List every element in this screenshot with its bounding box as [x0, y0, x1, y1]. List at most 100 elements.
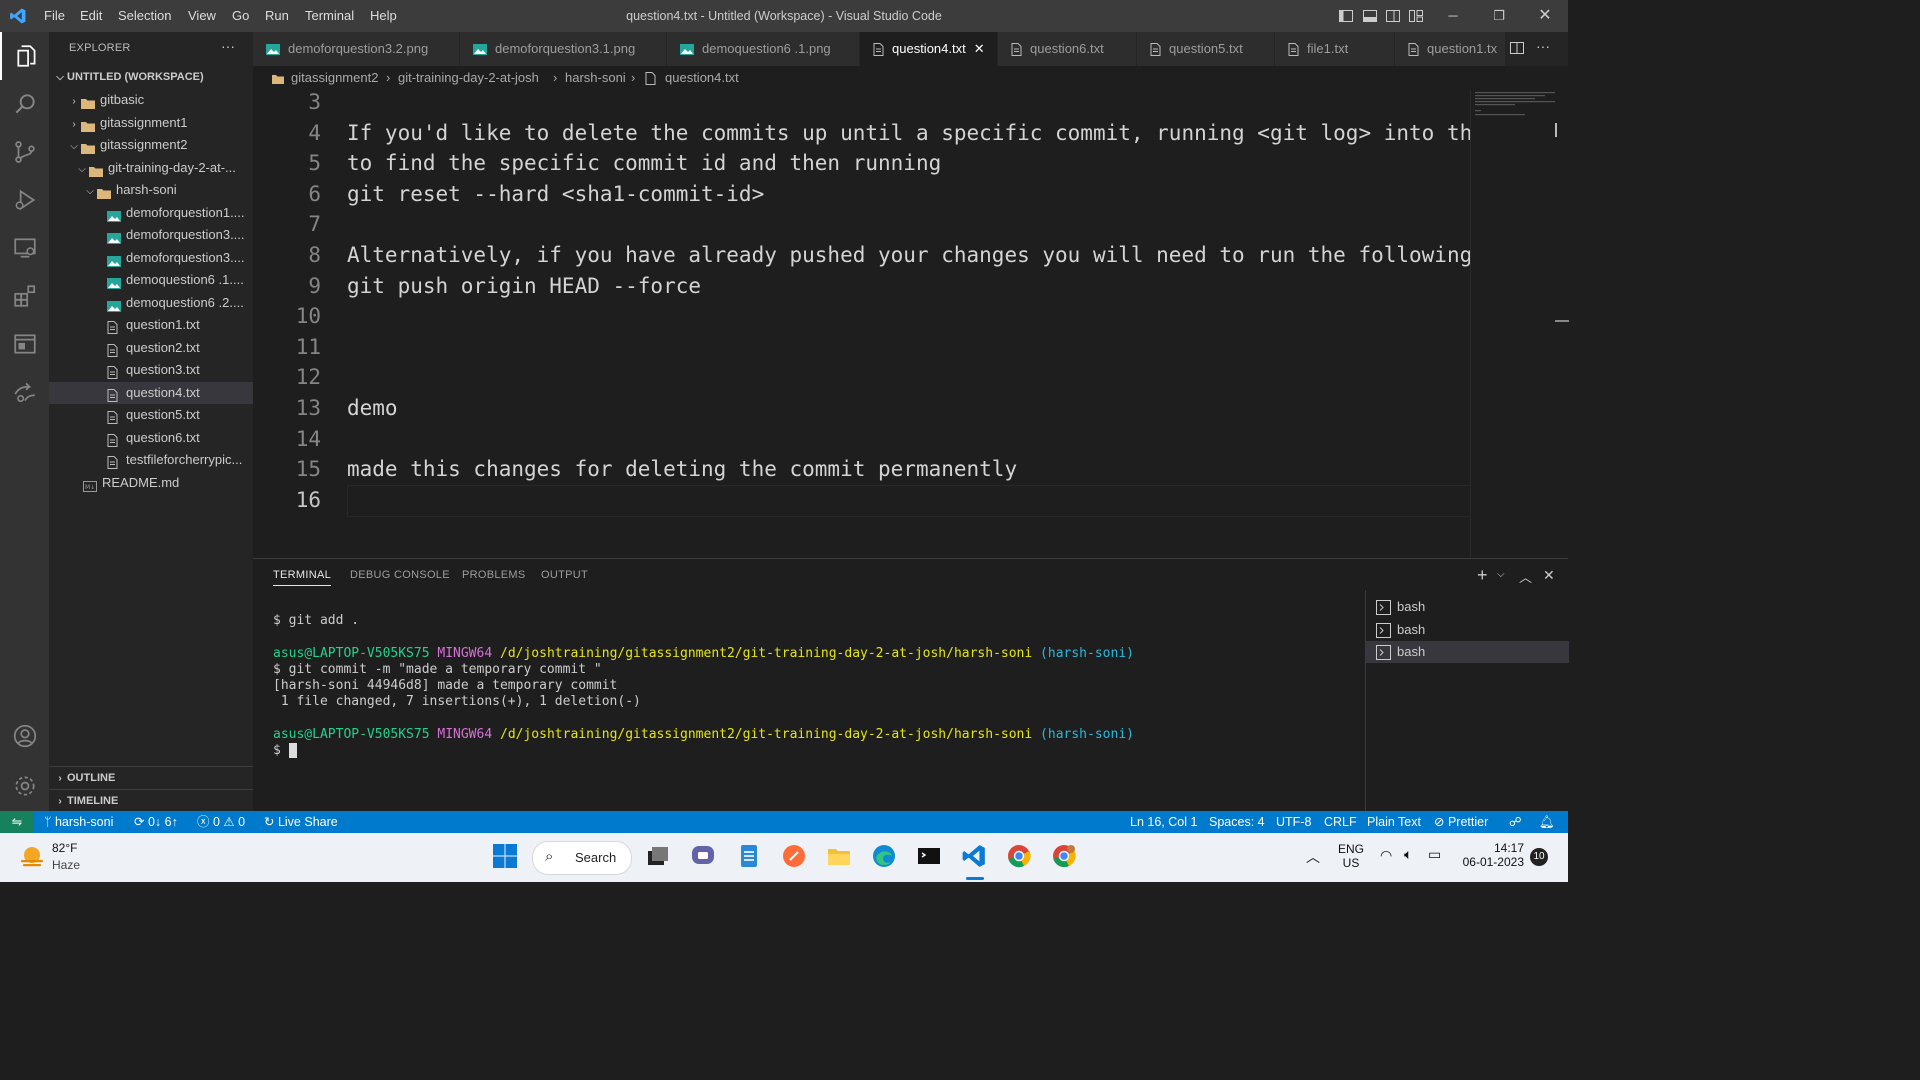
workspace-header[interactable]: ⌵ UNTITLED (WORKSPACE) [49, 66, 253, 88]
source-control-icon[interactable] [0, 128, 49, 176]
tree-item[interactable]: › gitassignment1 [49, 112, 253, 134]
live-share-button[interactable]: ↻ Live Share [264, 811, 338, 833]
breadcrumb-item[interactable]: git-training-day-2-at-josh [398, 66, 539, 90]
notifications-bell-icon[interactable]: 🔔︎ [1539, 811, 1555, 833]
minimap[interactable] [1470, 90, 1569, 558]
tree-item[interactable]: question6.txt [49, 427, 253, 449]
tree-item[interactable]: ⌵ git-training-day-2-at-... [49, 157, 253, 179]
more-actions-icon[interactable]: ··· [1536, 38, 1550, 54]
notepad-icon[interactable] [736, 843, 764, 871]
search-icon[interactable] [0, 80, 49, 128]
accounts-icon[interactable] [0, 712, 49, 760]
menu-edit[interactable]: Edit [80, 0, 102, 32]
close-window-button[interactable]: ✕ [1522, 0, 1568, 32]
tree-item[interactable]: ⌵ harsh-soni [49, 179, 253, 201]
run-debug-icon[interactable] [0, 176, 49, 224]
end-of-line[interactable]: CRLF [1324, 811, 1357, 833]
tree-item[interactable]: ⌵ gitassignment2 [49, 134, 253, 156]
problems-indicator[interactable]: ⓧ 0 ⚠ 0 [197, 811, 245, 833]
toggle-secondary-sidebar-icon[interactable] [1383, 0, 1403, 32]
outline-section[interactable]: › OUTLINE [49, 766, 253, 789]
tree-item[interactable]: demoquestion6 .1.... [49, 269, 253, 291]
manage-gear-icon[interactable] [0, 762, 49, 810]
editor-tab[interactable]: question4.txt ✕ [860, 32, 998, 66]
notification-badge[interactable]: 10 [1530, 848, 1548, 866]
vscode-taskbar-icon[interactable] [961, 843, 989, 880]
toggle-primary-sidebar-icon[interactable] [1336, 0, 1356, 32]
code-editor[interactable]: 3 4 If you'd like to delete the commits up… [253, 90, 1470, 558]
terminal-instance[interactable]: bash [1366, 619, 1569, 641]
tree-item[interactable]: question1.txt [49, 314, 253, 336]
battery-icon[interactable]: ▭ [1428, 846, 1441, 863]
file-explorer-icon[interactable] [826, 843, 854, 871]
sync-indicator[interactable]: ⟳ 0↓ 6↑ [134, 811, 178, 833]
restore-button[interactable]: ❐ [1476, 0, 1522, 32]
task-view-icon[interactable] [645, 843, 673, 871]
tab-debug-console[interactable]: DEBUG CONSOLE [350, 569, 450, 581]
volume-icon[interactable]: 🔈︎ [1404, 846, 1412, 863]
close-tab-icon[interactable]: ✕ [974, 41, 985, 56]
split-editor-icon[interactable] [1509, 40, 1529, 60]
remote-indicator-icon[interactable]: ⇋ [0, 811, 34, 833]
tree-item[interactable]: demoquestion6 .2.... [49, 292, 253, 314]
breadcrumb-item[interactable]: gitassignment2 [291, 66, 378, 90]
chrome-icon[interactable] [1006, 843, 1034, 871]
editor-tab[interactable]: question1.tx [1395, 32, 1506, 66]
edge-browser-icon[interactable] [871, 843, 899, 871]
menu-terminal[interactable]: Terminal [305, 0, 354, 32]
clock[interactable]: 14:17 06-01-2023 [1452, 841, 1524, 869]
editor-tab[interactable]: question6.txt [998, 32, 1137, 66]
editor-tab[interactable]: demoforquestion3.1.png [460, 32, 667, 66]
tab-terminal[interactable]: TERMINAL [273, 569, 332, 586]
menu-go[interactable]: Go [232, 0, 249, 32]
terminal-instance[interactable]: bash [1366, 641, 1569, 663]
language-mode[interactable]: Plain Text [1367, 811, 1421, 833]
minimize-button[interactable]: ─ [1430, 0, 1476, 32]
teams-chat-icon[interactable] [690, 843, 718, 871]
explorer-icon[interactable] [0, 32, 51, 80]
taskbar-search-box[interactable]: ⌕ Search [532, 841, 632, 875]
weather-haze-icon[interactable] [18, 843, 46, 871]
editor-tab[interactable]: question5.txt [1137, 32, 1275, 66]
timeline-section[interactable]: › TIMELINE [49, 789, 253, 812]
tab-output[interactable]: OUTPUT [541, 569, 588, 581]
tree-item[interactable]: › gitbasic [49, 89, 253, 111]
menu-help[interactable]: Help [370, 0, 397, 32]
tree-item[interactable]: demoforquestion3.... [49, 247, 253, 269]
breadcrumb-item[interactable]: harsh-soni [565, 66, 626, 90]
terminal-app-icon[interactable] [916, 843, 944, 871]
postman-icon[interactable] [781, 843, 809, 871]
menu-selection[interactable]: Selection [118, 0, 171, 32]
tree-item[interactable]: question3.txt [49, 359, 253, 381]
remote-explorer-icon[interactable] [0, 224, 49, 272]
close-panel-icon[interactable]: ✕ [1543, 567, 1555, 584]
tree-item[interactable]: demoforquestion1.... [49, 202, 253, 224]
start-windows-icon[interactable] [492, 843, 520, 871]
prettier-button[interactable]: ⊘ Prettier [1434, 811, 1488, 833]
encoding[interactable]: UTF-8 [1276, 811, 1311, 833]
editor-tab[interactable]: demoquestion6 .1.png [667, 32, 860, 66]
chrome-profile-icon[interactable] [1051, 843, 1079, 871]
editor-tab[interactable]: file1.txt [1275, 32, 1395, 66]
tree-item[interactable]: M↓ README.md [49, 472, 253, 494]
terminal-input-line[interactable]: $ [273, 743, 297, 758]
show-hidden-icons-chevron-icon[interactable]: ︿ [1306, 847, 1320, 867]
customize-layout-icon[interactable] [1406, 0, 1426, 32]
live-share-icon[interactable] [0, 368, 49, 416]
chevron-down-icon[interactable]: ⌵ [1497, 569, 1505, 580]
indentation[interactable]: Spaces: 4 [1209, 811, 1265, 833]
maximize-panel-icon[interactable]: ︿ [1519, 567, 1532, 586]
menu-file[interactable]: File [44, 0, 65, 32]
feedback-icon[interactable]: ☍ [1509, 811, 1522, 833]
toggle-panel-icon[interactable] [1360, 0, 1380, 32]
menu-view[interactable]: View [188, 0, 216, 32]
menu-run[interactable]: Run [265, 0, 289, 32]
cursor-position[interactable]: Ln 16, Col 1 [1130, 811, 1197, 833]
browser-preview-icon[interactable] [0, 320, 49, 368]
tree-item[interactable]: demoforquestion3.... [49, 224, 253, 246]
branch-indicator[interactable]: ᛘ harsh-soni [44, 811, 113, 833]
tree-item[interactable]: testfileforcherrypic... [49, 449, 253, 471]
editor-tab[interactable]: demoforquestion3.2.png [253, 32, 460, 66]
terminal-instance[interactable]: bash [1366, 596, 1569, 618]
input-language[interactable]: ENG US [1338, 842, 1364, 870]
